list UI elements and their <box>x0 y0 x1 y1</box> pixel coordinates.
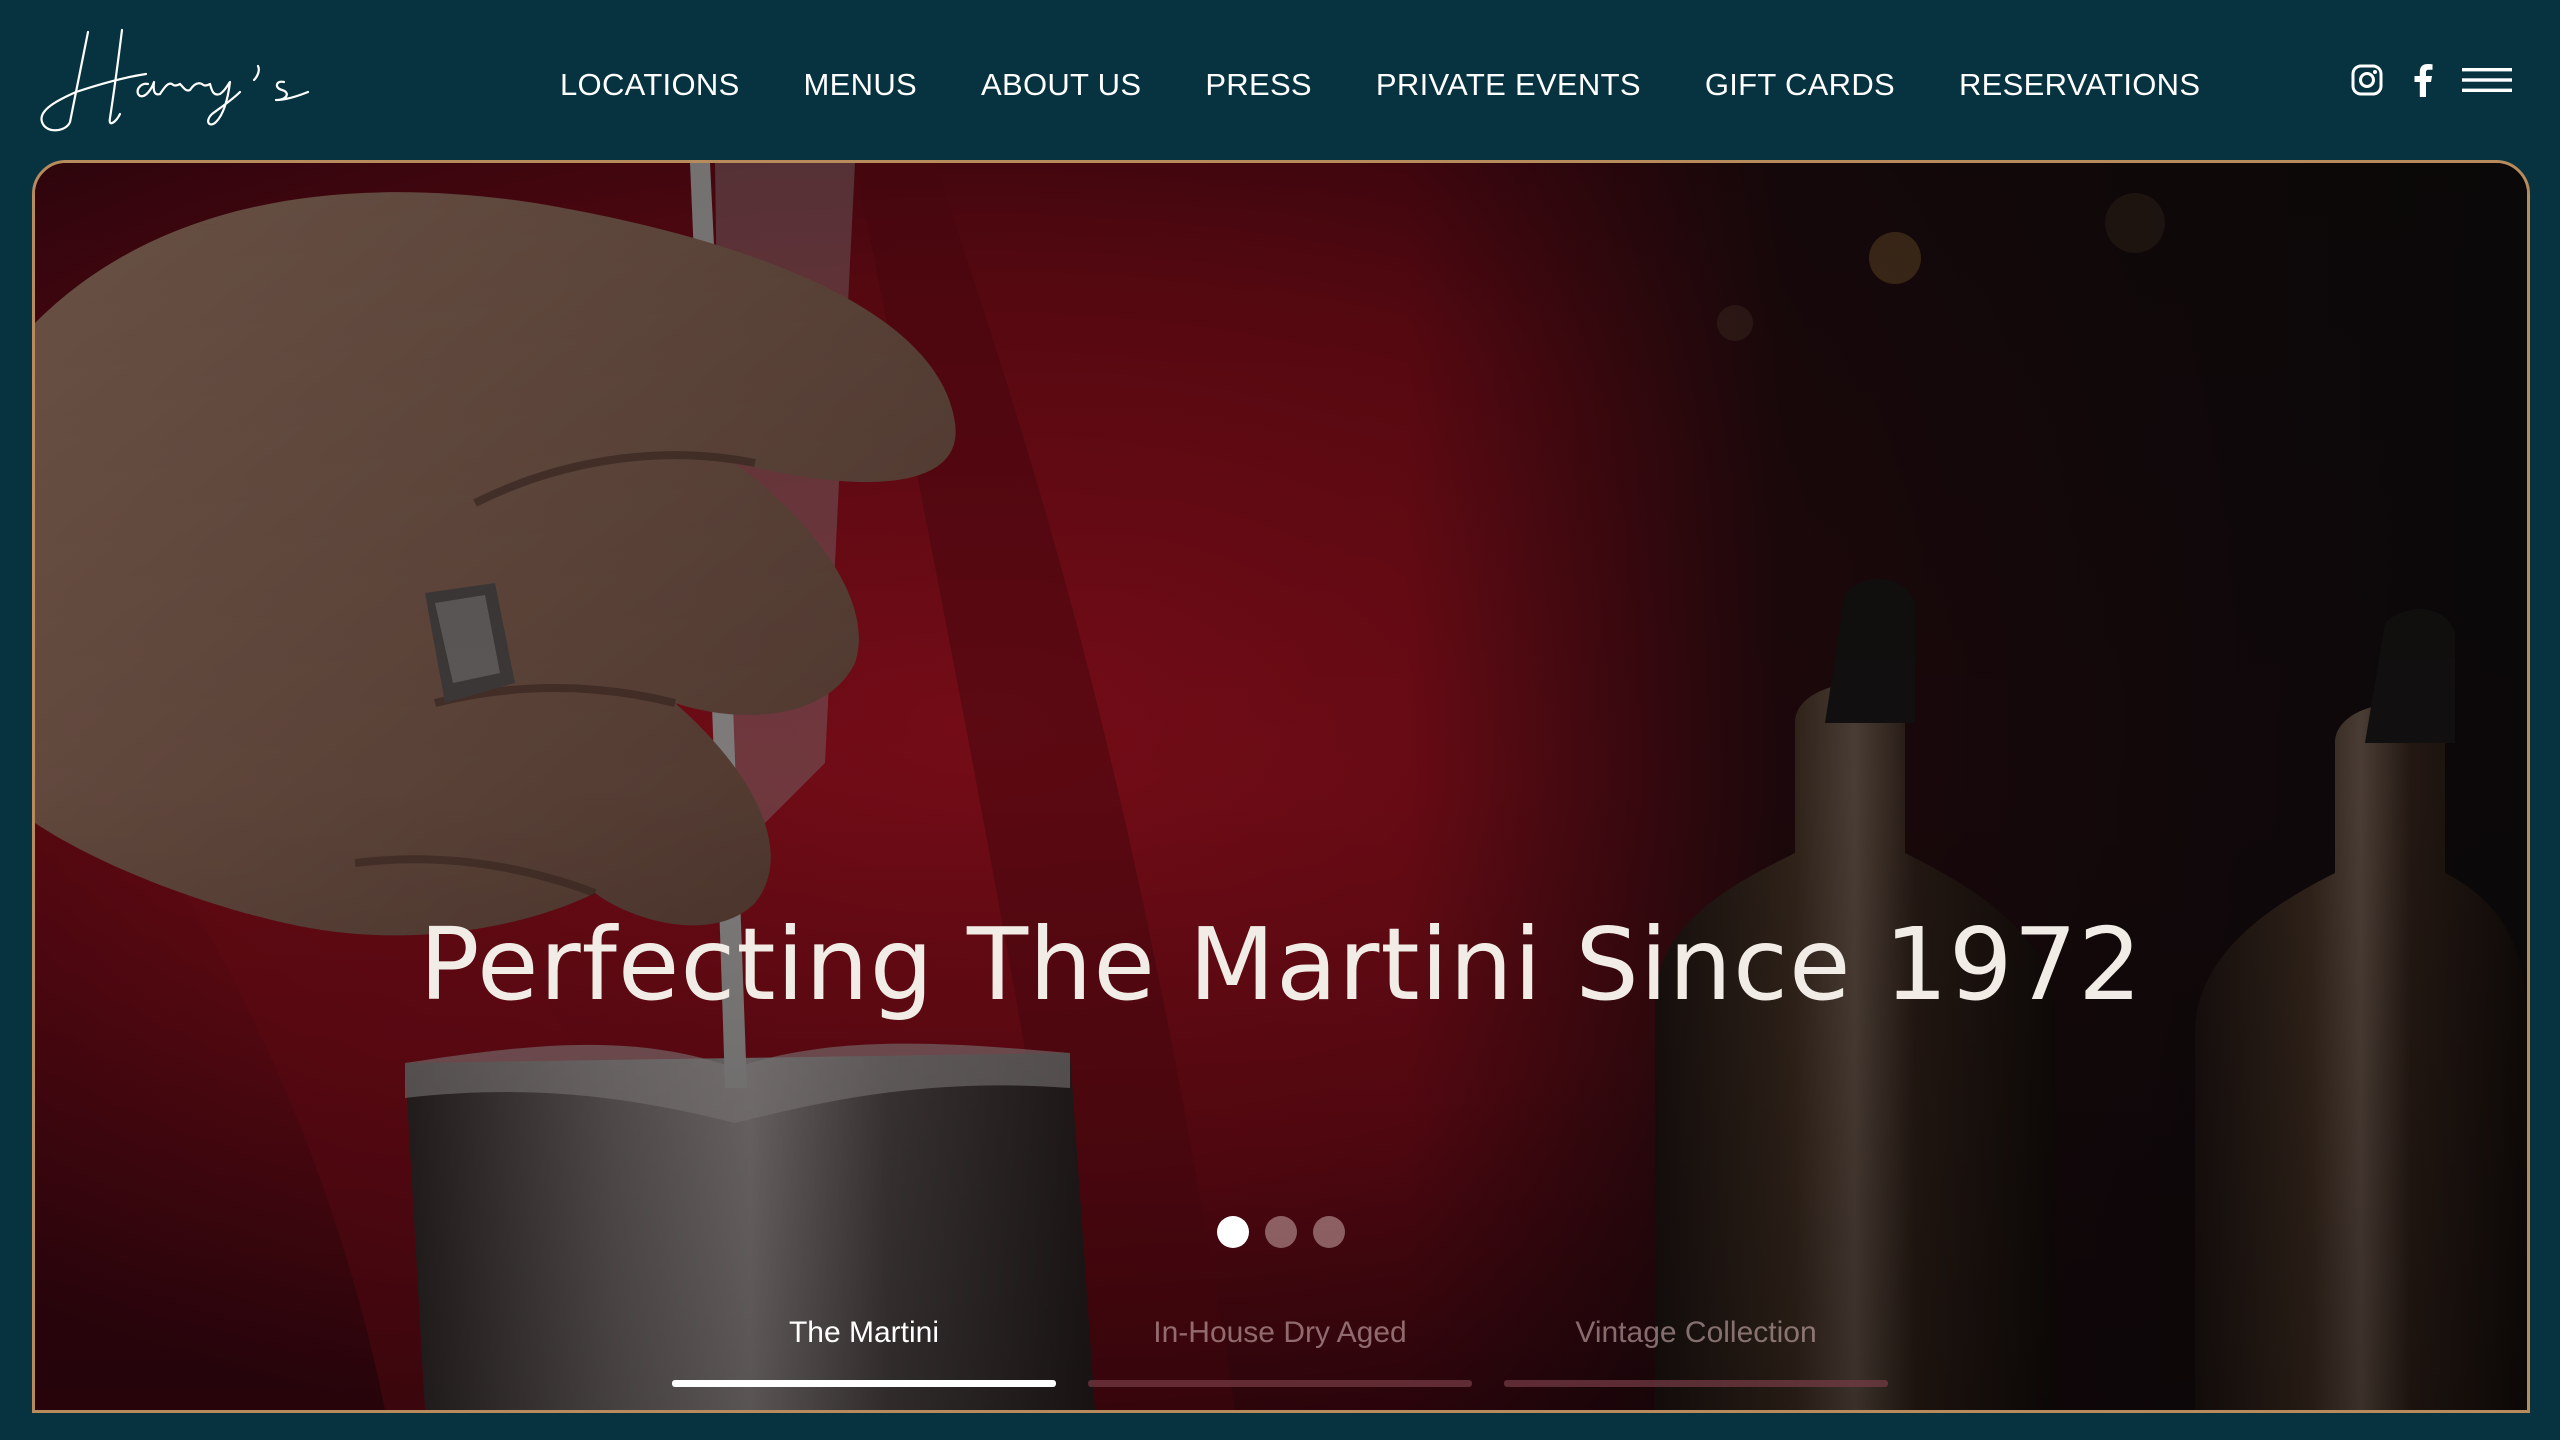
hero-title: Perfecting The Martini Since 1972 <box>419 906 2143 1023</box>
header-icons <box>2350 58 2512 102</box>
site-header: LOCATIONS MENUS ABOUT US PRESS PRIVATE E… <box>0 0 2560 160</box>
tab-the-martini[interactable]: The Martini <box>672 1313 1056 1393</box>
slide-dot-1[interactable] <box>1217 1216 1249 1248</box>
slide-indicator-dots <box>35 1216 2527 1248</box>
tab-progress-bar <box>672 1380 1056 1387</box>
page: LOCATIONS MENUS ABOUT US PRESS PRIVATE E… <box>0 0 2560 1440</box>
hamburger-menu-icon[interactable] <box>2462 65 2512 95</box>
tab-in-house-dry-aged[interactable]: In-House Dry Aged <box>1088 1313 1472 1393</box>
tab-label: Vintage Collection <box>1575 1316 1817 1349</box>
tab-progress-bar <box>1504 1380 1888 1387</box>
main-nav: LOCATIONS MENUS ABOUT US PRESS PRIVATE E… <box>560 60 2200 110</box>
instagram-icon[interactable] <box>2350 63 2384 97</box>
hero-tabs: The Martini In-House Dry Aged Vintage Co… <box>672 1313 1888 1393</box>
tab-label: In-House Dry Aged <box>1153 1316 1407 1349</box>
nav-item-gift-cards[interactable]: GIFT CARDS <box>1705 60 1895 110</box>
nav-item-private-events[interactable]: PRIVATE EVENTS <box>1376 60 1641 110</box>
tab-progress-bar <box>1088 1380 1472 1387</box>
nav-item-about-us[interactable]: ABOUT US <box>981 60 1141 110</box>
nav-item-locations[interactable]: LOCATIONS <box>560 60 740 110</box>
slide-dot-3[interactable] <box>1313 1216 1345 1248</box>
harrys-logo[interactable] <box>36 22 336 137</box>
nav-item-menus[interactable]: MENUS <box>804 60 917 110</box>
nav-item-press[interactable]: PRESS <box>1205 60 1312 110</box>
hero-slider: Perfecting The Martini Since 1972 The Ma… <box>32 160 2530 1413</box>
slide-dot-2[interactable] <box>1265 1216 1297 1248</box>
harrys-logo-script <box>40 28 310 132</box>
nav-item-reservations[interactable]: RESERVATIONS <box>1959 60 2200 110</box>
facebook-icon[interactable] <box>2412 63 2434 97</box>
tab-label: The Martini <box>788 1316 940 1349</box>
tab-vintage-collection[interactable]: Vintage Collection <box>1504 1313 1888 1393</box>
